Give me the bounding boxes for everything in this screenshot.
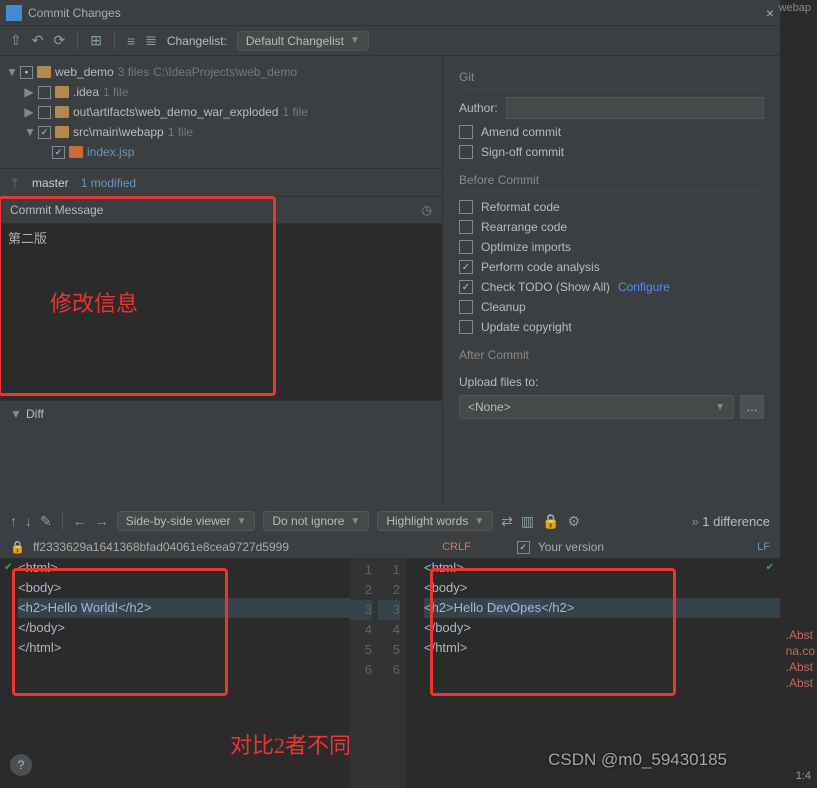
upload-select[interactable]: <None> ▼ — [459, 395, 734, 419]
before-label: Update copyright — [481, 320, 572, 334]
commit-message-input[interactable]: 第二版 修改信息 — [0, 223, 442, 401]
lock-icon: 🔒 — [10, 540, 25, 554]
checkbox[interactable]: ▪ — [20, 66, 33, 79]
before-checkbox[interactable] — [459, 200, 473, 214]
diff-count: 1 difference — [702, 514, 770, 529]
help-button[interactable]: ? — [10, 754, 32, 776]
before-label: Cleanup — [481, 300, 526, 314]
gear-icon[interactable]: ⚙ — [568, 513, 581, 530]
right-encoding: LF — [757, 541, 770, 553]
tree-node[interactable]: ▶ out\artifacts\web_demo_war_exploded 1 … — [0, 102, 442, 122]
before-label: Optimize imports — [481, 240, 571, 254]
diff-header: Diff — [26, 407, 44, 421]
file-tree: ▼ ▪ web_demo 3 files C:\IdeaProjects\web… — [0, 56, 442, 169]
commit-message-text: 第二版 — [8, 228, 47, 247]
before-label: Rearrange code — [481, 220, 567, 234]
commit-arrow-icon[interactable]: ⇧ — [10, 32, 22, 49]
chevron-down-icon[interactable]: ▼ — [10, 407, 20, 421]
amend-label: Amend commit — [481, 125, 561, 139]
annotation-msg: 修改信息 — [50, 286, 138, 318]
changelist-label: Changelist: — [167, 34, 227, 48]
before-checkbox[interactable] — [459, 260, 473, 274]
chevron-down-icon: ▼ — [350, 35, 360, 46]
next-diff-icon[interactable]: ↓ — [25, 513, 32, 529]
tree-node[interactable]: ▶ .idea 1 file — [0, 82, 442, 102]
chevron-right-icon[interactable]: ▶ — [24, 105, 34, 119]
refresh-icon[interactable]: ⟳ — [53, 32, 65, 49]
commit-message-header: Commit Message — [10, 203, 103, 217]
edit-icon[interactable]: ✎ — [40, 513, 52, 530]
upload-label: Upload files to: — [459, 375, 538, 389]
before-label: Perform code analysis — [481, 260, 600, 274]
tree-file[interactable]: index.jsp — [0, 142, 442, 162]
before-label: Check TODO (Show All) — [481, 280, 610, 294]
git-section: Git — [459, 70, 764, 89]
status-position: 1:4 — [796, 770, 811, 782]
watermark: CSDN @m0_59430185 — [548, 750, 727, 770]
separator — [77, 32, 78, 50]
checkbox[interactable] — [52, 146, 65, 159]
viewer-select[interactable]: Side-by-side viewer▼ — [117, 511, 256, 531]
tree-node[interactable]: ▼ src\main\webapp 1 file — [0, 122, 442, 142]
chevron-right-icon[interactable]: ▶ — [24, 85, 34, 99]
file-hash: ff2333629a1641368bfad04061e8cea9727d5999 — [33, 540, 289, 554]
background-log: .Abstna.co.Abst.Abst — [786, 628, 815, 692]
checkbox[interactable] — [38, 126, 51, 139]
group-icon[interactable]: ⊞ — [90, 32, 102, 49]
before-checkbox[interactable] — [459, 320, 473, 334]
upload-more-button[interactable]: … — [740, 395, 764, 419]
before-checkbox[interactable] — [459, 240, 473, 254]
modified-count[interactable]: 1 modified — [81, 176, 136, 190]
tree-root[interactable]: ▼ ▪ web_demo 3 files C:\IdeaProjects\web… — [0, 62, 442, 82]
signoff-label: Sign-off commit — [481, 145, 564, 159]
lock-icon[interactable]: 🔒 — [542, 513, 559, 530]
bg-hint: webap — [779, 2, 811, 14]
separator — [114, 32, 115, 50]
folder-icon — [55, 126, 69, 138]
before-checkbox[interactable] — [459, 220, 473, 234]
ignore-select[interactable]: Do not ignore▼ — [263, 511, 369, 531]
checkbox[interactable] — [38, 106, 51, 119]
before-label: Reformat code — [481, 200, 560, 214]
fwd-icon[interactable]: → — [95, 513, 109, 529]
chevron-down-icon: ▼ — [715, 402, 725, 413]
your-version-checkbox[interactable] — [517, 541, 530, 554]
left-encoding: CRLF — [442, 541, 471, 553]
your-version-label: Your version — [538, 540, 604, 554]
close-icon[interactable]: × — [766, 5, 774, 21]
before-checkbox[interactable] — [459, 300, 473, 314]
window-title: Commit Changes — [28, 6, 766, 20]
history-icon[interactable]: ◷ — [422, 203, 432, 217]
checkbox[interactable] — [38, 86, 51, 99]
amend-checkbox[interactable] — [459, 125, 473, 139]
folder-icon — [55, 86, 69, 98]
folder-icon — [55, 106, 69, 118]
ok-marker-icon: ✔ — [4, 562, 12, 573]
chevron-down-icon[interactable]: ▼ — [6, 65, 16, 79]
prev-diff-icon[interactable]: ↑ — [10, 513, 17, 529]
before-checkbox[interactable] — [459, 280, 473, 294]
branch-name[interactable]: master — [32, 176, 69, 190]
configure-link[interactable]: Configure — [618, 280, 670, 294]
author-input[interactable] — [506, 97, 764, 119]
after-section: After Commit — [459, 348, 764, 367]
highlight-select[interactable]: Highlight words▼ — [377, 511, 493, 531]
changelist-select[interactable]: Default Changelist ▼ — [237, 31, 369, 51]
branch-icon[interactable]: ᛘ — [10, 176, 20, 190]
sync-scroll-icon[interactable]: ⇄ — [501, 513, 513, 530]
back-icon[interactable]: ← — [73, 513, 87, 529]
expand-icon[interactable]: ≡ — [127, 33, 135, 49]
app-icon — [6, 5, 22, 21]
author-label: Author: — [459, 101, 498, 115]
chevron-down-icon[interactable]: ▼ — [24, 125, 34, 139]
folder-icon — [37, 66, 51, 78]
revert-icon[interactable]: ↶ — [32, 32, 44, 49]
ok-marker-icon: ✔ — [766, 562, 774, 573]
layout-icon[interactable]: ▥ — [521, 513, 534, 530]
signoff-checkbox[interactable] — [459, 145, 473, 159]
jsp-icon — [69, 146, 83, 158]
before-section: Before Commit — [459, 173, 764, 192]
collapse-icon[interactable]: ≣ — [145, 32, 157, 49]
